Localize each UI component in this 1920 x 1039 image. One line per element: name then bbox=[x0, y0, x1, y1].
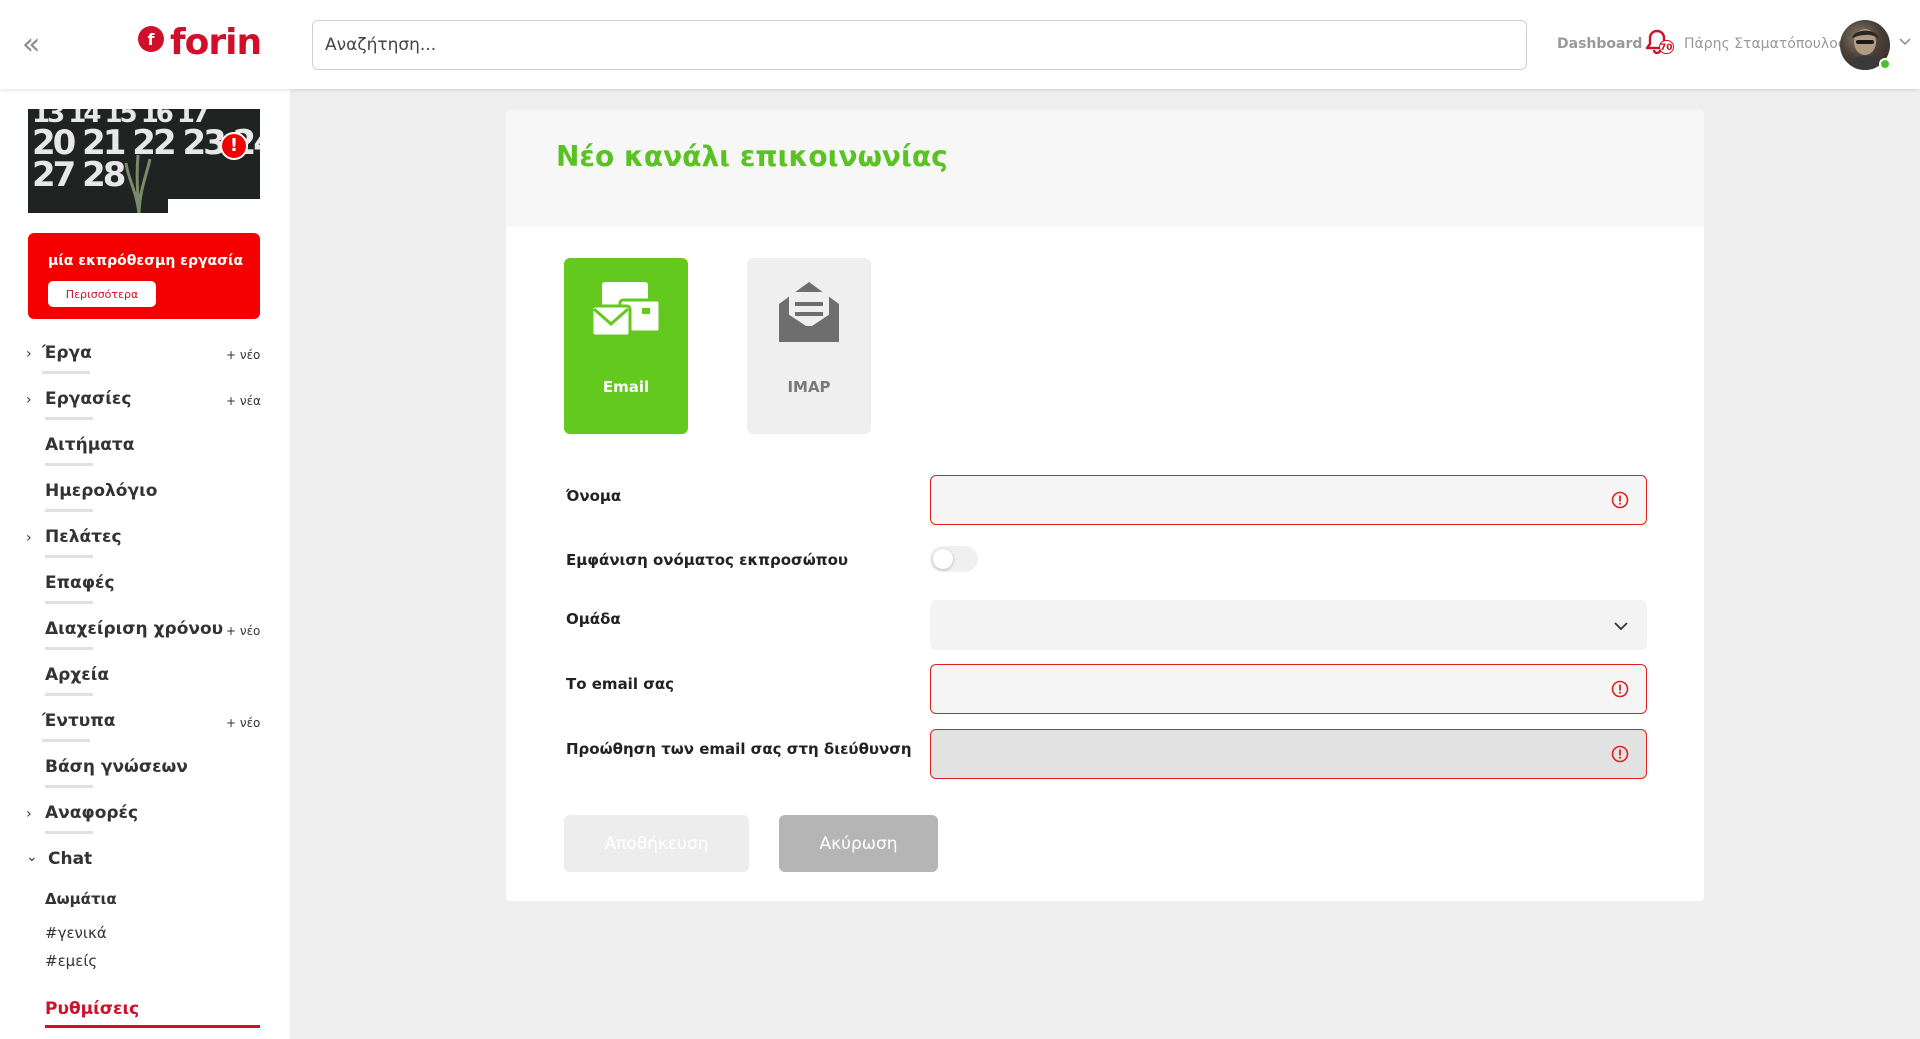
chat-rooms-label: Δωμάτια bbox=[45, 890, 117, 908]
divider bbox=[42, 739, 90, 742]
name-field[interactable] bbox=[930, 475, 1647, 525]
sidebar-item-tasks[interactable]: › Εργασίες + νέα bbox=[0, 383, 290, 429]
sidebar-item-label: Έντυπα bbox=[42, 711, 116, 731]
envelope-open-icon bbox=[779, 282, 839, 342]
sidebar-item-requests[interactable]: Αιτήματα bbox=[0, 429, 290, 475]
card-header: Νέο κανάλι επικοινωνίας bbox=[506, 110, 1704, 227]
sidebar-item-label: Chat bbox=[48, 849, 93, 869]
sidebar-nav: › Έργα + νέο › Εργασίες + νέα Αιτήματα Η… bbox=[0, 337, 290, 889]
channel-type-label: Email bbox=[602, 378, 650, 396]
chat-room-us[interactable]: #εμείς bbox=[45, 952, 97, 970]
calendar-strip bbox=[168, 199, 260, 213]
new-form-link[interactable]: + νέο bbox=[226, 716, 260, 730]
toggle-knob bbox=[933, 549, 953, 569]
notification-count-badge: 70 bbox=[1659, 40, 1674, 54]
divider bbox=[45, 831, 93, 834]
chevron-right-icon: › bbox=[26, 346, 32, 362]
new-project-link[interactable]: + νέο bbox=[226, 348, 260, 362]
alert-exclamation-icon: ! bbox=[220, 132, 248, 160]
chevron-down-icon bbox=[1614, 622, 1628, 631]
sidebar-item-label: Αρχεία bbox=[45, 665, 110, 685]
sidebar-item-label: Αναφορές bbox=[45, 803, 139, 823]
divider bbox=[45, 785, 93, 788]
sidebar-item-calendar[interactable]: Ημερολόγιο bbox=[0, 475, 290, 521]
sidebar-item-label: Αιτήματα bbox=[45, 435, 135, 455]
sidebar-item-label: Έργα bbox=[42, 343, 92, 363]
divider bbox=[45, 601, 93, 604]
app-logo[interactable]: f forin bbox=[138, 20, 262, 64]
show-agent-name-label: Εμφάνιση ονόματος εκπροσώπου bbox=[566, 551, 849, 569]
sidebar-item-contacts[interactable]: Επαφές bbox=[0, 567, 290, 613]
channel-type-email[interactable]: Email bbox=[564, 258, 688, 434]
chevron-right-icon: › bbox=[26, 392, 32, 408]
chevron-down-icon: ⌄ bbox=[26, 849, 38, 865]
divider bbox=[45, 509, 93, 512]
save-button[interactable]: Αποθήκευση bbox=[564, 815, 749, 872]
top-header: « f forin Dashboard 70 Πάρης Σταματόπουλ… bbox=[0, 0, 1920, 89]
overdue-alert: μία εκπρόθεσμη εργασία Περισσότερα bbox=[28, 233, 260, 319]
chevron-right-icon: › bbox=[26, 530, 32, 546]
sidebar-item-label: Εργασίες bbox=[45, 389, 132, 409]
calendar-banner-image: 13 14 15 16 17 20 21 22 23 24 27 28 bbox=[28, 109, 260, 213]
sidebar-item-settings[interactable]: Ρυθμίσεις bbox=[45, 999, 139, 1019]
divider bbox=[45, 693, 93, 696]
alert-more-button[interactable]: Περισσότερα bbox=[48, 281, 156, 307]
channel-type-imap[interactable]: IMAP bbox=[747, 258, 871, 434]
sidebar-item-label: Ημερολόγιο bbox=[45, 481, 158, 501]
chat-room-general[interactable]: #γενικά bbox=[45, 924, 107, 942]
group-label: Ομάδα bbox=[566, 610, 621, 628]
forward-address-label: Προώθηση των email σας στη διεύθυνση bbox=[566, 740, 912, 758]
chevron-right-icon: › bbox=[26, 806, 32, 822]
active-indicator bbox=[45, 1025, 260, 1028]
sidebar-item-knowledge-base[interactable]: Βάση γνώσεων bbox=[0, 751, 290, 797]
user-name[interactable]: Πάρης Σταματόπουλος bbox=[1684, 36, 1846, 52]
online-status-dot bbox=[1879, 58, 1891, 70]
sidebar-item-label: Διαχείριση χρόνου bbox=[45, 619, 224, 639]
divider bbox=[45, 417, 93, 420]
forward-address-field[interactable] bbox=[930, 729, 1647, 779]
sidebar-item-chat[interactable]: ⌄ Chat bbox=[0, 843, 290, 889]
email-icon bbox=[590, 282, 662, 338]
sidebar: 13 14 15 16 17 20 21 22 23 24 27 28 μία … bbox=[0, 89, 290, 1039]
group-select[interactable] bbox=[930, 600, 1647, 650]
error-icon bbox=[1611, 680, 1629, 698]
new-channel-card: Νέο κανάλι επικοινωνίας Email IMAP Όνομα… bbox=[506, 110, 1704, 901]
new-task-link[interactable]: + νέα bbox=[226, 394, 261, 408]
divider bbox=[42, 371, 90, 374]
name-label: Όνομα bbox=[566, 487, 622, 505]
page-title: Νέο κανάλι επικοινωνίας bbox=[556, 140, 948, 173]
sidebar-item-forms[interactable]: Έντυπα + νέο bbox=[0, 705, 290, 751]
sidebar-item-clients[interactable]: › Πελάτες bbox=[0, 521, 290, 567]
sidebar-item-label: Επαφές bbox=[45, 573, 115, 593]
sidebar-item-label: Πελάτες bbox=[45, 527, 122, 547]
sidebar-item-projects[interactable]: › Έργα + νέο bbox=[0, 337, 290, 383]
alert-text: μία εκπρόθεσμη εργασία bbox=[48, 253, 244, 269]
sidebar-item-time-management[interactable]: Διαχείριση χρόνου + νέο bbox=[0, 613, 290, 659]
plant-icon bbox=[124, 154, 152, 213]
email-label: Το email σας bbox=[566, 675, 675, 693]
notifications-bell-icon[interactable]: 70 bbox=[1643, 28, 1675, 60]
divider bbox=[45, 463, 93, 466]
sidebar-item-label: Βάση γνώσεων bbox=[45, 757, 188, 777]
channel-type-label: IMAP bbox=[787, 378, 831, 396]
error-icon bbox=[1611, 491, 1629, 509]
cancel-button[interactable]: Ακύρωση bbox=[779, 815, 938, 872]
chevron-down-icon[interactable] bbox=[1898, 34, 1912, 48]
show-agent-name-toggle[interactable] bbox=[930, 546, 978, 572]
dashboard-link[interactable]: Dashboard bbox=[1557, 36, 1642, 52]
email-field[interactable] bbox=[930, 664, 1647, 714]
search-input[interactable] bbox=[312, 20, 1527, 70]
divider bbox=[45, 647, 93, 650]
new-time-entry-link[interactable]: + νέο bbox=[226, 624, 260, 638]
logo-text: forin bbox=[170, 21, 262, 63]
collapse-sidebar-icon[interactable]: « bbox=[22, 30, 40, 60]
divider bbox=[45, 555, 93, 558]
calendar-row: 27 28 bbox=[32, 155, 126, 195]
logo-mark-icon: f bbox=[138, 26, 164, 52]
sidebar-item-reports[interactable]: › Αναφορές bbox=[0, 797, 290, 843]
sidebar-item-files[interactable]: Αρχεία bbox=[0, 659, 290, 705]
error-icon bbox=[1611, 745, 1629, 763]
